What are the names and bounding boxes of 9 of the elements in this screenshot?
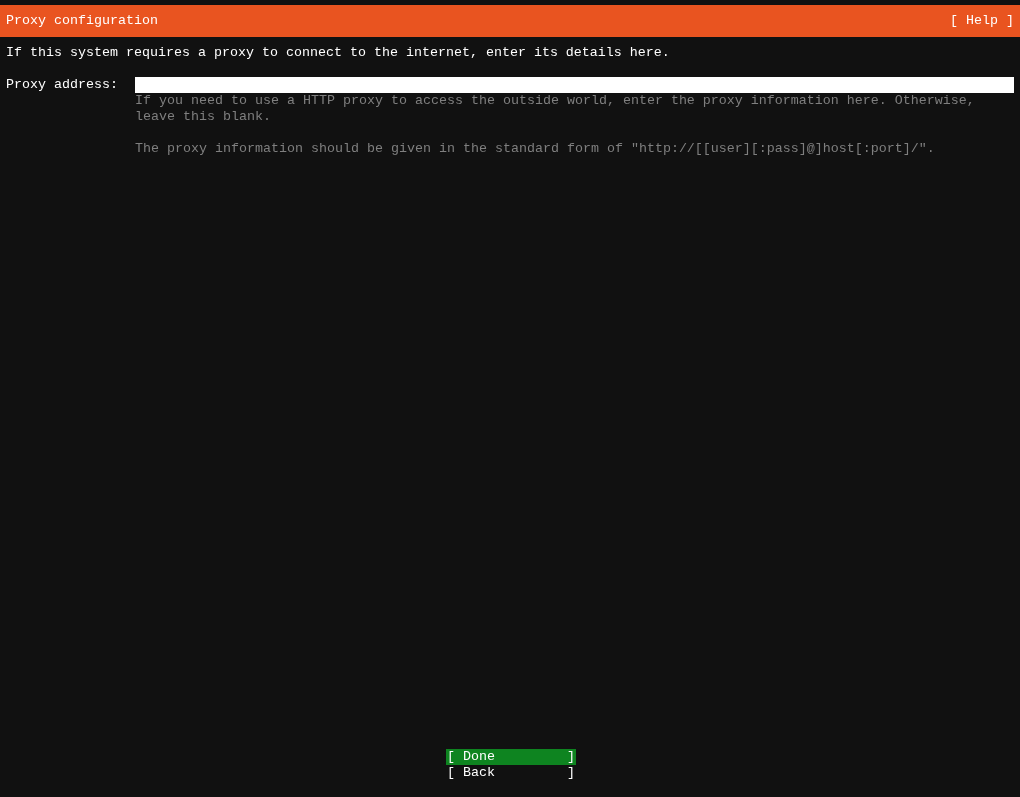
screen-title: Proxy configuration: [6, 13, 158, 29]
menu-button[interactable]: [ Back ]: [446, 765, 576, 781]
field-label: Proxy address:: [6, 77, 119, 93]
hint-text: The proxy information should be given in the standard form of "http://[[user][:pass]@]host[:port]/".: [135, 141, 936, 157]
intro-text: If this system requires a proxy to connect to the internet, enter its details here.: [5, 44, 671, 61]
hint-text: If you need to use a HTTP proxy to access the outside world, enter the proxy information here. Otherwise, leave this blank.: [135, 93, 976, 125]
proxy-address-field[interactable]: [135, 77, 1014, 93]
help-button[interactable]: [ Help ]: [950, 13, 1014, 29]
menu-button[interactable]: [ Done ]: [446, 749, 576, 765]
